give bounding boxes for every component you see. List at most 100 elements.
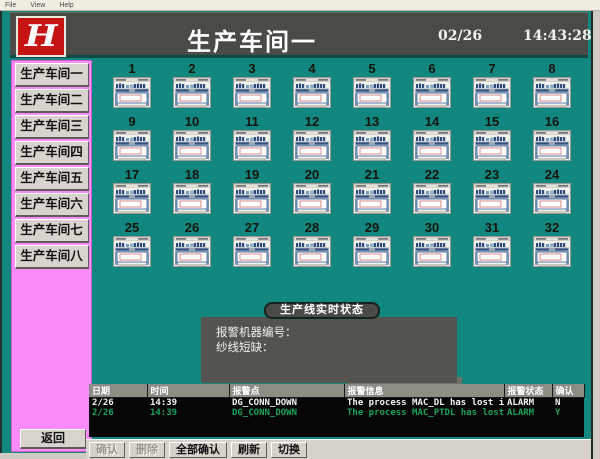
machine-number: 31 xyxy=(485,221,499,235)
alarm-row[interactable]: 2/26 14:39 DG_CONN_DOWN The process MAC_… xyxy=(89,408,584,418)
sidebar-workshop-button[interactable]: 生产车间八 xyxy=(15,245,89,269)
machine-cell[interactable]: 27 xyxy=(222,221,282,274)
machine-cell[interactable]: 31 xyxy=(462,221,522,274)
machine-number: 2 xyxy=(188,62,195,76)
knitting-machine-icon xyxy=(293,130,331,161)
machine-cell[interactable]: 21 xyxy=(342,168,402,221)
knitting-machine-icon xyxy=(173,130,211,161)
machine-cell[interactable]: 18 xyxy=(162,168,222,221)
header-clock: 14:43:28 xyxy=(523,28,592,44)
alarm-table-area: 日期时间报警点报警信息报警状态确认 2/26 14:39 DG_CONN_DOW… xyxy=(89,384,584,437)
machine-number: 12 xyxy=(305,115,319,129)
sidebar-workshop-button[interactable]: 生产车间一 xyxy=(15,63,89,87)
knitting-machine-icon xyxy=(233,183,271,214)
page-title: 生产车间一 xyxy=(187,22,317,57)
sidebar-workshop-button[interactable]: 生产车间六 xyxy=(15,193,89,217)
machine-cell[interactable]: 14 xyxy=(402,115,462,168)
knitting-machine-icon xyxy=(473,183,511,214)
sidebar-workshop-button[interactable]: 生产车间五 xyxy=(15,167,89,191)
sidebar-workshop-button[interactable]: 生产车间二 xyxy=(15,89,89,113)
machine-cell[interactable]: 11 xyxy=(222,115,282,168)
knitting-machine-icon xyxy=(293,236,331,267)
machine-number: 15 xyxy=(485,115,499,129)
machine-cell[interactable]: 15 xyxy=(462,115,522,168)
knitting-machine-icon xyxy=(353,183,391,214)
machine-cell[interactable]: 23 xyxy=(462,168,522,221)
machine-cell[interactable]: 4 xyxy=(282,62,342,115)
machine-cell[interactable]: 1 xyxy=(102,62,162,115)
machine-cell[interactable]: 8 xyxy=(522,62,582,115)
machine-cell[interactable]: 16 xyxy=(522,115,582,168)
machine-number: 1 xyxy=(128,62,135,76)
machine-number: 16 xyxy=(545,115,559,129)
machine-cell[interactable]: 24 xyxy=(522,168,582,221)
screen: File View Help H 生产车间一 02/26 14:43:28 生产车间… xyxy=(0,0,600,459)
knitting-machine-icon xyxy=(413,130,451,161)
machine-cell[interactable]: 26 xyxy=(162,221,222,274)
machine-number: 9 xyxy=(128,115,135,129)
machine-number: 21 xyxy=(365,168,379,182)
menu-bar: File View Help xyxy=(0,0,600,11)
machine-cell[interactable]: 9 xyxy=(102,115,162,168)
toolbar-button[interactable]: 全部确认 xyxy=(169,442,227,458)
alarm-date: 2/26 xyxy=(89,398,147,409)
alarm-row[interactable]: 2/26 14:39 DG_CONN_DOWN The process MAC_… xyxy=(89,398,584,409)
return-button[interactable]: 返回 xyxy=(20,429,86,449)
knitting-machine-icon xyxy=(473,130,511,161)
machine-cell[interactable]: 5 xyxy=(342,62,402,115)
machine-cell[interactable]: 12 xyxy=(282,115,342,168)
machine-number: 25 xyxy=(125,221,139,235)
alarm-column-header[interactable]: 报警点 xyxy=(229,384,344,398)
status-badge: 生产线实时状态 xyxy=(264,302,380,319)
machine-number: 5 xyxy=(368,62,375,76)
knitting-machine-icon xyxy=(533,77,571,108)
knitting-machine-icon xyxy=(113,77,151,108)
machine-cell[interactable]: 20 xyxy=(282,168,342,221)
machine-number: 18 xyxy=(185,168,199,182)
machine-cell[interactable]: 19 xyxy=(222,168,282,221)
machine-cell[interactable]: 22 xyxy=(402,168,462,221)
sidebar-workshop-button[interactable]: 生产车间三 xyxy=(15,115,89,139)
alarm-point: DG_CONN_DOWN xyxy=(229,398,344,409)
toolbar-button[interactable]: 切换 xyxy=(271,442,307,458)
alarm-table-header-row: 日期时间报警点报警信息报警状态确认 xyxy=(89,384,584,398)
machine-cell[interactable]: 3 xyxy=(222,62,282,115)
machine-cell[interactable]: 29 xyxy=(342,221,402,274)
machine-number: 24 xyxy=(545,168,559,182)
toolbar-button[interactable]: 刷新 xyxy=(231,442,267,458)
alarm-point: DG_CONN_DOWN xyxy=(229,408,344,418)
machine-number: 14 xyxy=(425,115,439,129)
toolbar-button[interactable]: 删除 xyxy=(129,442,165,458)
title-bar: H 生产车间一 02/26 14:43:28 xyxy=(10,12,588,58)
machine-cell[interactable]: 30 xyxy=(402,221,462,274)
knitting-machine-icon xyxy=(413,183,451,214)
alarm-column-header[interactable]: 日期 xyxy=(89,384,147,398)
sidebar-workshop-button[interactable]: 生产车间四 xyxy=(15,141,89,165)
machine-number: 20 xyxy=(305,168,319,182)
machine-cell[interactable]: 10 xyxy=(162,115,222,168)
knitting-machine-icon xyxy=(413,236,451,267)
machine-cell[interactable]: 17 xyxy=(102,168,162,221)
sidebar-workshop-button[interactable]: 生产车间七 xyxy=(15,219,89,243)
machine-cell[interactable]: 25 xyxy=(102,221,162,274)
machine-cell[interactable]: 32 xyxy=(522,221,582,274)
alarm-column-header[interactable]: 报警信息 xyxy=(344,384,504,398)
machine-cell[interactable]: 28 xyxy=(282,221,342,274)
knitting-machine-icon xyxy=(173,77,211,108)
menu-item[interactable]: File xyxy=(5,1,16,10)
machine-cell[interactable]: 6 xyxy=(402,62,462,115)
knitting-machine-icon xyxy=(233,130,271,161)
alarm-column-header[interactable]: 确认 xyxy=(552,384,584,398)
machine-number: 30 xyxy=(425,221,439,235)
machine-cell[interactable]: 2 xyxy=(162,62,222,115)
machine-number: 27 xyxy=(245,221,259,235)
knitting-machine-icon xyxy=(473,236,511,267)
menu-item[interactable]: Help xyxy=(59,1,73,10)
machine-cell[interactable]: 13 xyxy=(342,115,402,168)
machine-cell[interactable]: 7 xyxy=(462,62,522,115)
alarm-column-header[interactable]: 报警状态 xyxy=(504,384,552,398)
alarm-status: ALARM xyxy=(504,398,552,409)
menu-item[interactable]: View xyxy=(30,1,45,10)
toolbar-button[interactable]: 确认 xyxy=(89,442,125,458)
alarm-column-header[interactable]: 时间 xyxy=(147,384,229,398)
